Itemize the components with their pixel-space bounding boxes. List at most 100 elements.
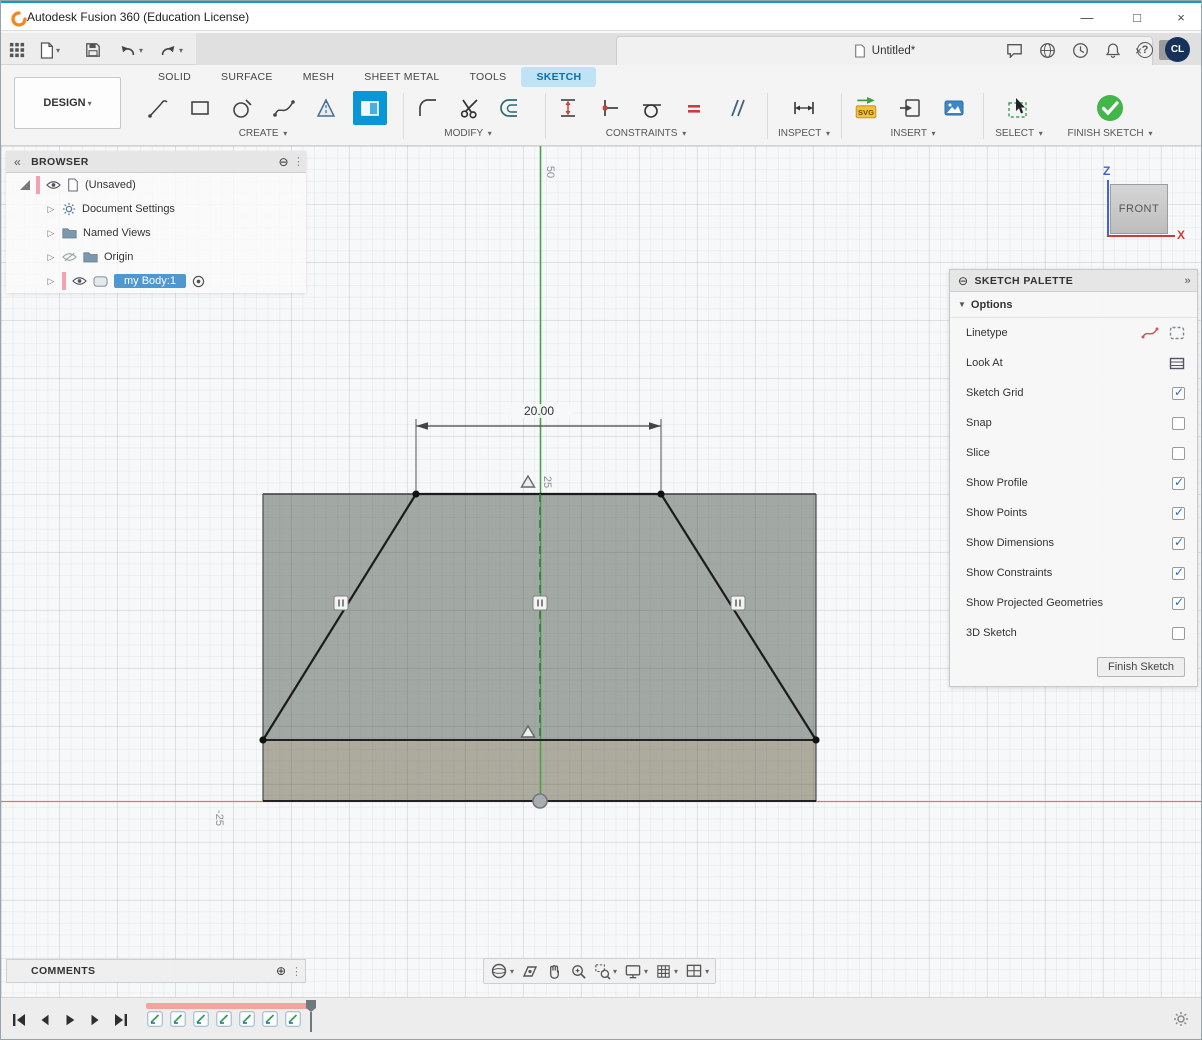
palette-expand-icon[interactable]: »: [1184, 275, 1191, 287]
trim-scissors-button[interactable]: [453, 91, 487, 125]
inspect-group-label[interactable]: INSPECT ▾: [778, 128, 830, 139]
comments-grip-icon[interactable]: ⋮: [291, 965, 300, 978]
orbit-button[interactable]: ▾: [490, 962, 514, 980]
window-close-button[interactable]: ×: [1161, 3, 1201, 31]
parallel-constraint-button[interactable]: [719, 91, 753, 125]
active-rectangle-tool-button[interactable]: [353, 91, 387, 125]
tab-sheet-metal[interactable]: SHEET METAL: [349, 67, 454, 87]
insert-canvas-image-button[interactable]: [937, 91, 971, 125]
sketch-grid-checkbox[interactable]: [1172, 387, 1185, 400]
help-icon[interactable]: ?: [1134, 40, 1156, 60]
timeline-feature-sketch-icon[interactable]: [147, 1011, 163, 1027]
fillet-tool-button[interactable]: [411, 91, 445, 125]
file-menu-button[interactable]: ▾: [39, 39, 60, 61]
browser-remove-icon[interactable]: ⊖: [279, 155, 289, 169]
offset-tool-button[interactable]: [495, 91, 529, 125]
app-grid-icon[interactable]: [9, 39, 25, 61]
job-status-clock-icon[interactable]: [1069, 40, 1091, 60]
finish-sketch-palette-button[interactable]: Finish Sketch: [1097, 657, 1185, 677]
disclosure-icon[interactable]: ▷: [46, 228, 56, 239]
tab-sketch[interactable]: SKETCH: [521, 67, 596, 87]
sketch-linetype-icon[interactable]: [1141, 326, 1159, 340]
rectangle-tool-button[interactable]: [183, 91, 217, 125]
slice-checkbox[interactable]: [1172, 447, 1185, 460]
tab-solid[interactable]: SOLID: [143, 67, 206, 87]
timeline-step-back-button[interactable]: [38, 1013, 52, 1027]
show-points-checkbox[interactable]: [1172, 507, 1185, 520]
browser-grip-icon[interactable]: ⋮: [293, 155, 302, 168]
browser-row-root[interactable]: (Unsaved): [6, 173, 306, 197]
timeline-play-button[interactable]: [63, 1013, 77, 1027]
section-collapse-icon[interactable]: ▼: [958, 300, 966, 309]
select-group-label[interactable]: SELECT ▾: [995, 128, 1043, 139]
coincident-constraint-button[interactable]: [593, 91, 627, 125]
browser-header[interactable]: « BROWSER ⊖ ⋮: [6, 151, 306, 173]
timeline-feature-sketch-icon[interactable]: [193, 1011, 209, 1027]
comment-icon[interactable]: [1003, 40, 1025, 60]
workspace-selector[interactable]: DESIGN ▾: [14, 77, 121, 129]
look-at-button[interactable]: [521, 963, 539, 979]
line-tool-button[interactable]: [141, 91, 175, 125]
display-settings-button[interactable]: ▾: [624, 963, 648, 980]
extensions-globe-icon[interactable]: [1036, 40, 1058, 60]
circle-tool-button[interactable]: [225, 91, 259, 125]
save-button[interactable]: [85, 39, 101, 61]
construction-linetype-icon[interactable]: [1169, 326, 1185, 340]
comments-bar[interactable]: COMMENTS ⊕ ⋮: [6, 959, 306, 983]
finish-sketch-check-icon[interactable]: [1093, 91, 1127, 125]
create-group-label[interactable]: CREATE ▾: [239, 128, 288, 139]
tab-mesh[interactable]: MESH: [288, 67, 350, 87]
timeline-skip-start-button[interactable]: [11, 1013, 27, 1027]
sketch-palette-header[interactable]: ⊖ SKETCH PALETTE »: [950, 270, 1197, 292]
viewcube[interactable]: FRONT: [1110, 184, 1168, 234]
pan-button[interactable]: [546, 963, 563, 980]
constraints-group-label[interactable]: CONSTRAINTS ▾: [606, 128, 686, 139]
browser-row-document-settings[interactable]: ▷ Document Settings: [6, 197, 306, 221]
3d-sketch-checkbox[interactable]: [1172, 627, 1185, 640]
disclosure-icon[interactable]: ▷: [46, 276, 56, 287]
measure-tool-button[interactable]: [787, 91, 821, 125]
show-projected-checkbox[interactable]: [1172, 597, 1185, 610]
profile-avatar[interactable]: CL: [1165, 37, 1190, 62]
timeline-marker[interactable]: [304, 1000, 318, 1032]
grid-and-snaps-button[interactable]: ▾: [655, 963, 678, 980]
viewports-button[interactable]: ▾: [685, 963, 709, 979]
timeline-feature-sketch-icon[interactable]: [239, 1011, 255, 1027]
equal-constraint-button[interactable]: [677, 91, 711, 125]
insert-group-label[interactable]: INSERT ▾: [890, 128, 935, 139]
insert-derive-button[interactable]: [893, 91, 927, 125]
browser-collapse-icon[interactable]: «: [14, 155, 21, 169]
undo-button[interactable]: ▾: [119, 39, 143, 61]
show-dimensions-checkbox[interactable]: [1172, 537, 1185, 550]
browser-row-named-views[interactable]: ▷ Named Views: [6, 221, 306, 245]
timeline-feature-sketch-icon[interactable]: [262, 1011, 278, 1027]
model-canvas[interactable]: 20.00 50 25 -25 Z FRONT X « BROWSER ⊖ ⋮ …: [1, 146, 1202, 997]
finish-sketch-button[interactable]: FINISH SKETCH ▾: [1068, 128, 1153, 139]
modify-group-label[interactable]: MODIFY ▾: [444, 128, 492, 139]
snap-checkbox[interactable]: [1172, 417, 1185, 430]
minimize-button[interactable]: —: [1067, 3, 1107, 31]
tangent-constraint-button[interactable]: [635, 91, 669, 125]
visibility-off-eye-icon[interactable]: [62, 252, 77, 262]
show-profile-checkbox[interactable]: [1172, 477, 1185, 490]
timeline-feature-sketch-icon[interactable]: [216, 1011, 232, 1027]
sketch-dimension-button[interactable]: [551, 91, 585, 125]
zoom-button[interactable]: [570, 963, 587, 980]
look-at-icon[interactable]: [1169, 357, 1185, 370]
insert-svg-button[interactable]: SVG: [849, 91, 883, 125]
browser-row-origin[interactable]: ▷ Origin: [6, 245, 306, 269]
select-tool-button[interactable]: [1001, 91, 1035, 125]
redo-button[interactable]: ▾: [159, 39, 183, 61]
disclosure-icon[interactable]: ▷: [46, 204, 56, 215]
dimension-value[interactable]: 20.00: [504, 404, 574, 418]
palette-remove-icon[interactable]: ⊖: [958, 274, 968, 288]
mirror-tool-button[interactable]: [309, 91, 343, 125]
timeline-skip-end-button[interactable]: [113, 1013, 129, 1027]
browser-row-body[interactable]: ▷ my Body:1: [6, 269, 306, 293]
timeline-settings-gear-icon[interactable]: [1173, 1011, 1189, 1027]
options-section-header[interactable]: ▼ Options: [950, 292, 1197, 318]
maximize-button[interactable]: □: [1117, 3, 1157, 31]
disclosure-icon[interactable]: ▷: [46, 252, 56, 263]
timeline-step-forward-button[interactable]: [88, 1013, 102, 1027]
zoom-window-button[interactable]: ▾: [594, 963, 617, 980]
